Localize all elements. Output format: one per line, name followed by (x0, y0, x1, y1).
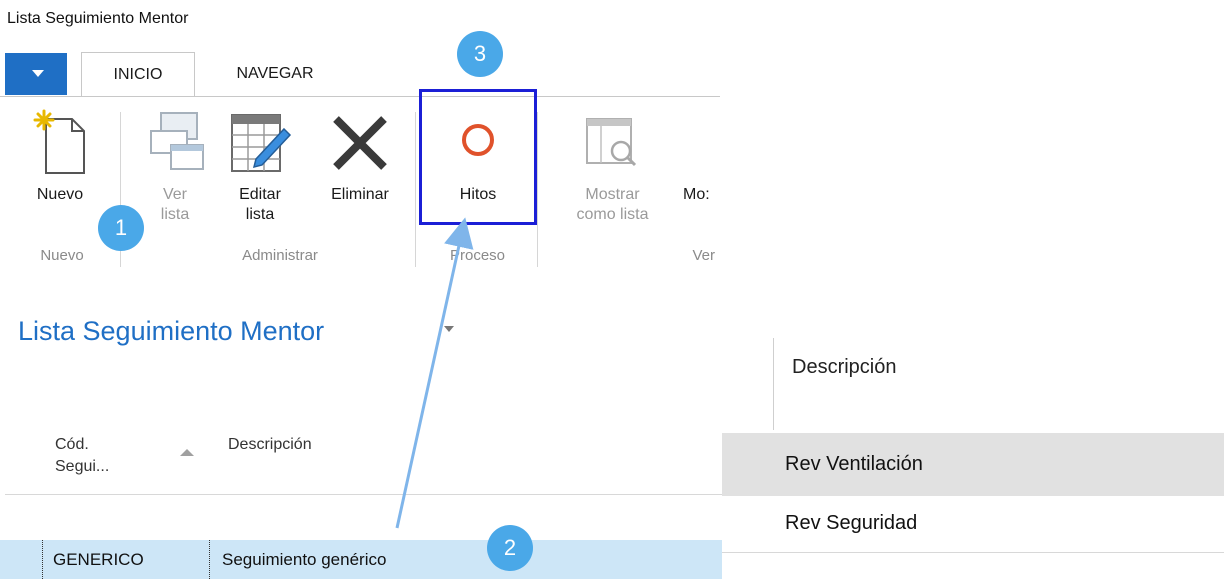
step-badge-3: 3 (457, 31, 503, 77)
annotation-arrow (395, 217, 474, 529)
step-badge-1: 1 (98, 205, 144, 251)
step-badge-2: 2 (487, 525, 533, 571)
